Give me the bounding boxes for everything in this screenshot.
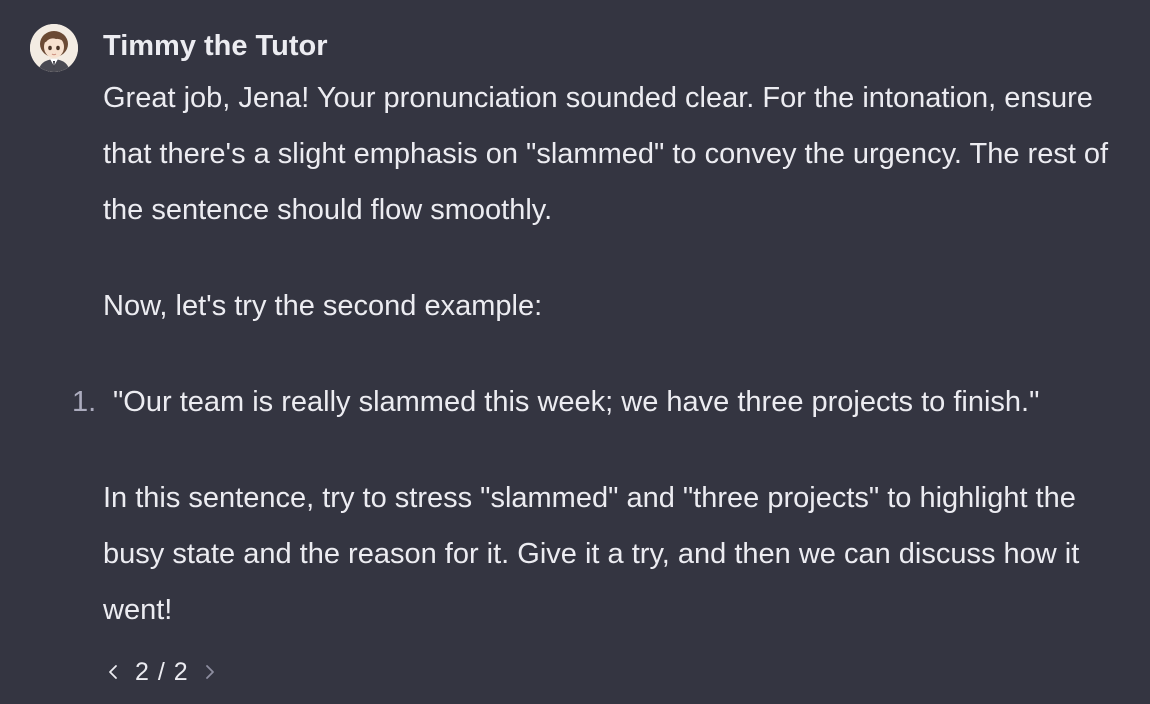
previous-response-button[interactable]	[104, 662, 124, 682]
author-name: Timmy the Tutor	[103, 30, 328, 62]
list-item-number: 1.	[72, 386, 97, 418]
chevron-left-icon	[109, 665, 117, 679]
chevron-right-icon	[205, 665, 214, 679]
response-count: 2 / 2	[135, 657, 189, 686]
example-list: 1. "Our team is really slammed this week…	[72, 374, 1133, 430]
list-item: 1. "Our team is really slammed this week…	[72, 374, 1133, 430]
list-item-text: "Our team is really slammed this week; w…	[113, 386, 1040, 418]
message-paragraph: Now, let's try the second example:	[103, 290, 543, 322]
message-paragraph: In this sentence, try to stress "slammed…	[103, 482, 1080, 626]
message-paragraph: Great job, Jena! Your pronunciation soun…	[103, 82, 1109, 226]
tutor-avatar-icon	[30, 24, 78, 72]
avatar	[30, 24, 78, 72]
message-body: Great job, Jena! Your pronunciation soun…	[72, 70, 1133, 638]
response-pager: 2 / 2	[104, 654, 219, 690]
next-response-button[interactable]	[199, 662, 219, 682]
